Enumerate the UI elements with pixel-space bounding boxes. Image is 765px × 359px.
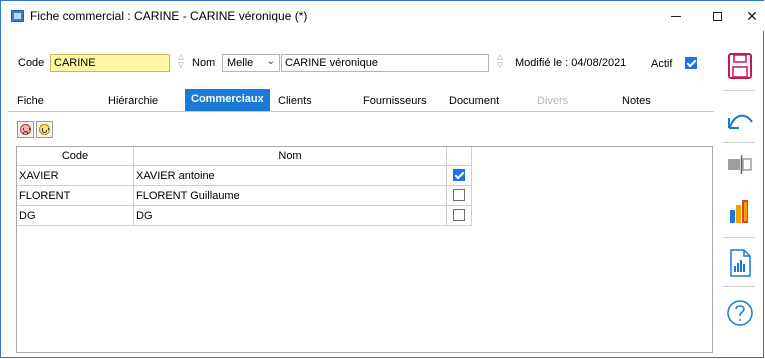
minimize-button[interactable] [659, 5, 693, 27]
tab-document[interactable]: Document [449, 91, 499, 111]
nom-label: Nom [192, 57, 216, 69]
toolbar-divider [723, 142, 755, 143]
maximize-icon [712, 11, 722, 21]
tab-bar: Fiche Hiérarchie Commerciaux Clients Fou… [8, 89, 714, 112]
commerciaux-grid[interactable]: Code Nom XAVIER XAVIER antoine FLORENT F… [16, 146, 713, 353]
statistics-button[interactable] [725, 196, 755, 226]
civilite-select[interactable]: Melle ⌄ [222, 54, 280, 72]
close-icon: ✕ [746, 7, 758, 24]
chevron-down-icon: ⌄ [266, 56, 275, 67]
code-label: Code [18, 57, 45, 69]
bar-chart-icon [730, 200, 748, 223]
cell-nom: XAVIER antoine [133, 165, 447, 186]
cell-nom: DG [133, 205, 447, 226]
cell-nom: FLORENT Guillaume [133, 185, 447, 206]
table-row[interactable]: DG DG [17, 205, 472, 226]
code-input[interactable]: CARINE [50, 54, 170, 72]
tab-notes[interactable]: Notes [622, 91, 651, 111]
window-title: Fiche commercial : CARINE - CARINE véron… [30, 9, 308, 23]
tab-fournisseurs[interactable]: Fournisseurs [363, 91, 427, 111]
modified-date: Modifié le : 04/08/2021 [515, 57, 627, 69]
tab-commerciaux[interactable]: Commerciaux [185, 89, 270, 111]
cell-code: FLORENT [17, 185, 134, 206]
code-spinner[interactable]: △ ▽ [174, 54, 188, 72]
happy-face-icon [39, 124, 50, 135]
tab-fiche[interactable]: Fiche [17, 91, 44, 111]
column-header-code[interactable]: Code [17, 147, 134, 166]
tab-clients[interactable]: Clients [278, 91, 312, 111]
assign-button[interactable] [36, 121, 53, 138]
toolbar-divider [723, 286, 755, 287]
undo-button[interactable] [725, 104, 755, 134]
table-row[interactable]: XAVIER XAVIER antoine [17, 165, 472, 186]
report-button[interactable] [725, 248, 755, 278]
spin-up-icon: △ [178, 54, 184, 61]
tab-divers: Divers [537, 95, 569, 107]
title-bar: Fiche commercial : CARINE - CARINE véron… [1, 1, 764, 31]
help-icon [727, 300, 753, 326]
spin-down-icon: ▽ [497, 62, 503, 69]
spin-down-icon: ▽ [178, 62, 184, 69]
maximize-button[interactable] [700, 5, 734, 27]
name-input[interactable]: CARINE véronique [281, 54, 489, 72]
row-checkbox[interactable] [453, 209, 465, 221]
cell-select [446, 185, 472, 206]
cell-code: XAVIER [17, 165, 134, 186]
commerciaux-table: Code Nom XAVIER XAVIER antoine FLORENT F… [17, 147, 472, 226]
columns-icon [728, 155, 752, 174]
actif-checkbox[interactable] [685, 57, 697, 69]
cell-select [446, 165, 472, 186]
toolbar-divider [723, 90, 755, 91]
close-button[interactable]: ✕ [735, 5, 765, 27]
sad-face-icon [20, 124, 31, 135]
columns-button[interactable] [725, 150, 755, 180]
unassign-button[interactable] [17, 121, 34, 138]
save-button[interactable] [725, 51, 755, 81]
undo-icon [728, 114, 753, 129]
cell-select [446, 205, 472, 226]
name-spinner[interactable]: △ ▽ [493, 54, 507, 72]
civilite-value: Melle [227, 57, 254, 69]
help-button[interactable] [725, 298, 755, 328]
window: Fiche commercial : CARINE - CARINE véron… [0, 0, 764, 358]
table-row[interactable]: FLORENT FLORENT Guillaume [17, 185, 472, 206]
actif-label: Actif [651, 58, 673, 70]
row-checkbox[interactable] [453, 189, 465, 201]
column-header-nom[interactable]: Nom [133, 147, 447, 166]
toolbar-divider [723, 237, 755, 238]
table-header-row: Code Nom [17, 147, 472, 166]
minimize-icon [671, 15, 681, 17]
column-header-select [446, 147, 472, 166]
save-icon [728, 53, 752, 79]
tab-hierarchie[interactable]: Hiérarchie [108, 91, 158, 111]
app-icon [11, 10, 24, 22]
report-chart-icon [730, 249, 751, 277]
spin-up-icon: △ [497, 54, 503, 61]
row-checkbox[interactable] [453, 169, 465, 181]
cell-code: DG [17, 205, 134, 226]
